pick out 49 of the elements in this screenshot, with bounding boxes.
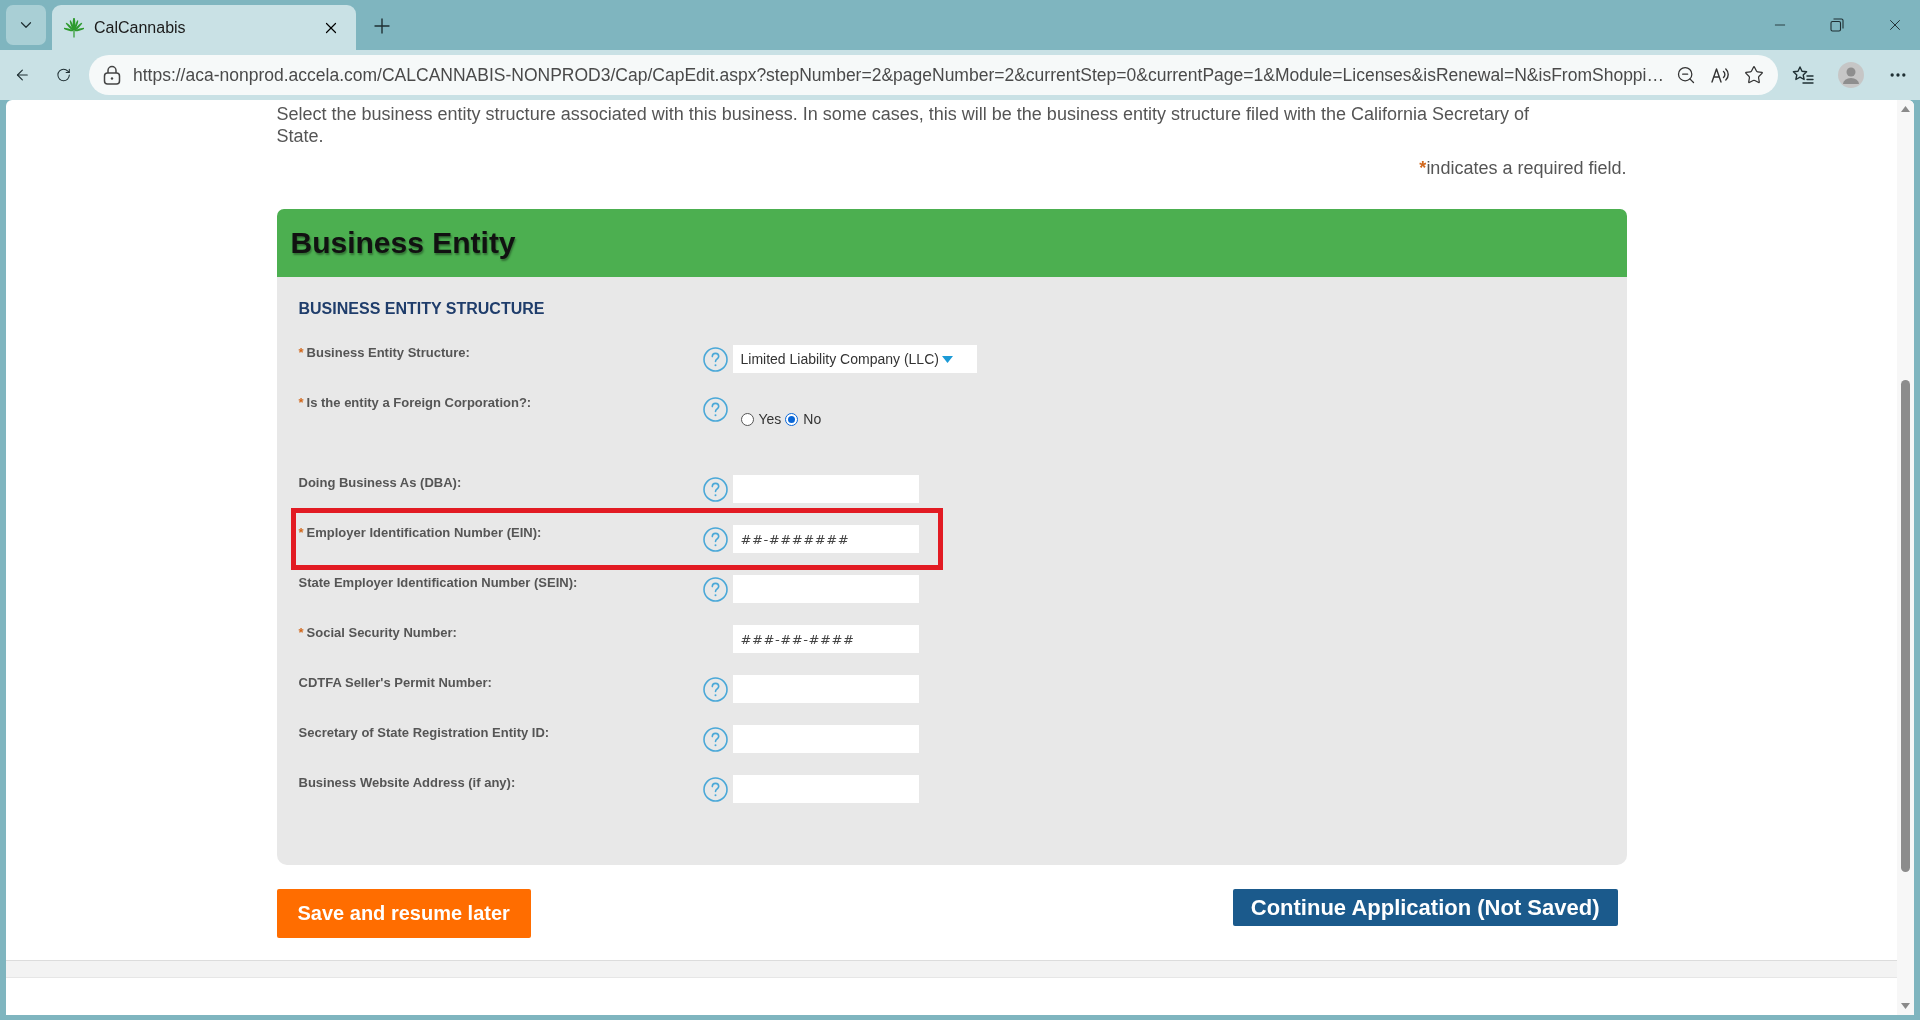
help-icon[interactable]: [702, 477, 728, 502]
scrollbar-thumb[interactable]: [1901, 380, 1910, 872]
star-icon[interactable]: [1744, 65, 1764, 85]
radio-option-label[interactable]: Yes: [758, 411, 782, 427]
scroll-up-icon[interactable]: [1901, 106, 1910, 112]
field-label: Business Website Address (if any):: [298, 776, 516, 790]
field-label: Employer Identification Number (EIN):: [306, 526, 542, 540]
required-asterisk: *: [298, 346, 304, 360]
intro-text: Select the business entity structure associated with this business. In some cases, this will be the business entity structure filed with the California Secretary of State.: [276, 103, 1531, 147]
radio-button[interactable]: [785, 412, 799, 426]
help-icon[interactable]: [702, 397, 728, 422]
leaf-icon: [64, 17, 84, 38]
favorites-icon[interactable]: [1792, 65, 1814, 85]
field-label: State Employer Identification Number (SEIN):: [298, 576, 578, 590]
scroll-down-icon[interactable]: [1901, 1003, 1910, 1009]
field-label: Is the entity a Foreign Corporation?:: [306, 396, 532, 410]
help-icon[interactable]: [702, 347, 728, 372]
address-bar[interactable]: https://aca-nonprod.accela.com/CALCANNABIS-NONPROD3/Cap/CapEdit.aspx?stepNumber=2&pageNumber=2&currentStep=0&currentPage=1&Module=Licenses&isRenewal=N&isFromShoppi…: [88, 55, 1778, 95]
text-input[interactable]: ##-#######: [732, 525, 919, 553]
section-header: Business Entity: [276, 209, 1627, 277]
help-icon[interactable]: [702, 777, 728, 802]
field-label: CDTFA Seller's Permit Number:: [298, 676, 492, 690]
required-asterisk: *: [298, 396, 304, 410]
tab-title: CalCannabis: [94, 18, 186, 37]
read-aloud-icon[interactable]: [1710, 65, 1730, 85]
radio-button[interactable]: [740, 412, 754, 426]
lock-icon[interactable]: [102, 65, 121, 85]
help-icon[interactable]: [702, 677, 728, 702]
field-label: Business Entity Structure:: [306, 346, 470, 360]
field-label: Secretary of State Registration Entity ID:: [298, 726, 550, 740]
required-asterisk: *: [298, 626, 304, 640]
zoom-out-icon[interactable]: [1676, 65, 1696, 85]
restore-icon[interactable]: [1830, 18, 1844, 32]
section-subtitle: BUSINESS ENTITY STRUCTURE: [298, 301, 546, 317]
browser-tab[interactable]: CalCannabis: [52, 5, 356, 50]
required-asterisk: *: [298, 526, 304, 540]
caret-icon: [941, 355, 953, 363]
text-input[interactable]: ###-##-####: [732, 625, 919, 653]
help-icon[interactable]: [702, 727, 728, 752]
radio-option-label[interactable]: No: [803, 411, 822, 427]
required-note: *indicates a required field.: [1418, 157, 1627, 179]
field-label: Doing Business As (DBA):: [298, 476, 462, 490]
help-icon[interactable]: [702, 577, 728, 602]
dropdown-select[interactable]: Limited Liability Company (LLC): [732, 345, 977, 373]
continue-button[interactable]: Continue Application (Not Saved): [1232, 889, 1618, 926]
avatar-icon[interactable]: [1838, 62, 1864, 88]
field-label: Social Security Number:: [306, 626, 457, 640]
vertical-scrollbar[interactable]: [1897, 100, 1914, 1015]
help-icon[interactable]: [702, 527, 728, 552]
